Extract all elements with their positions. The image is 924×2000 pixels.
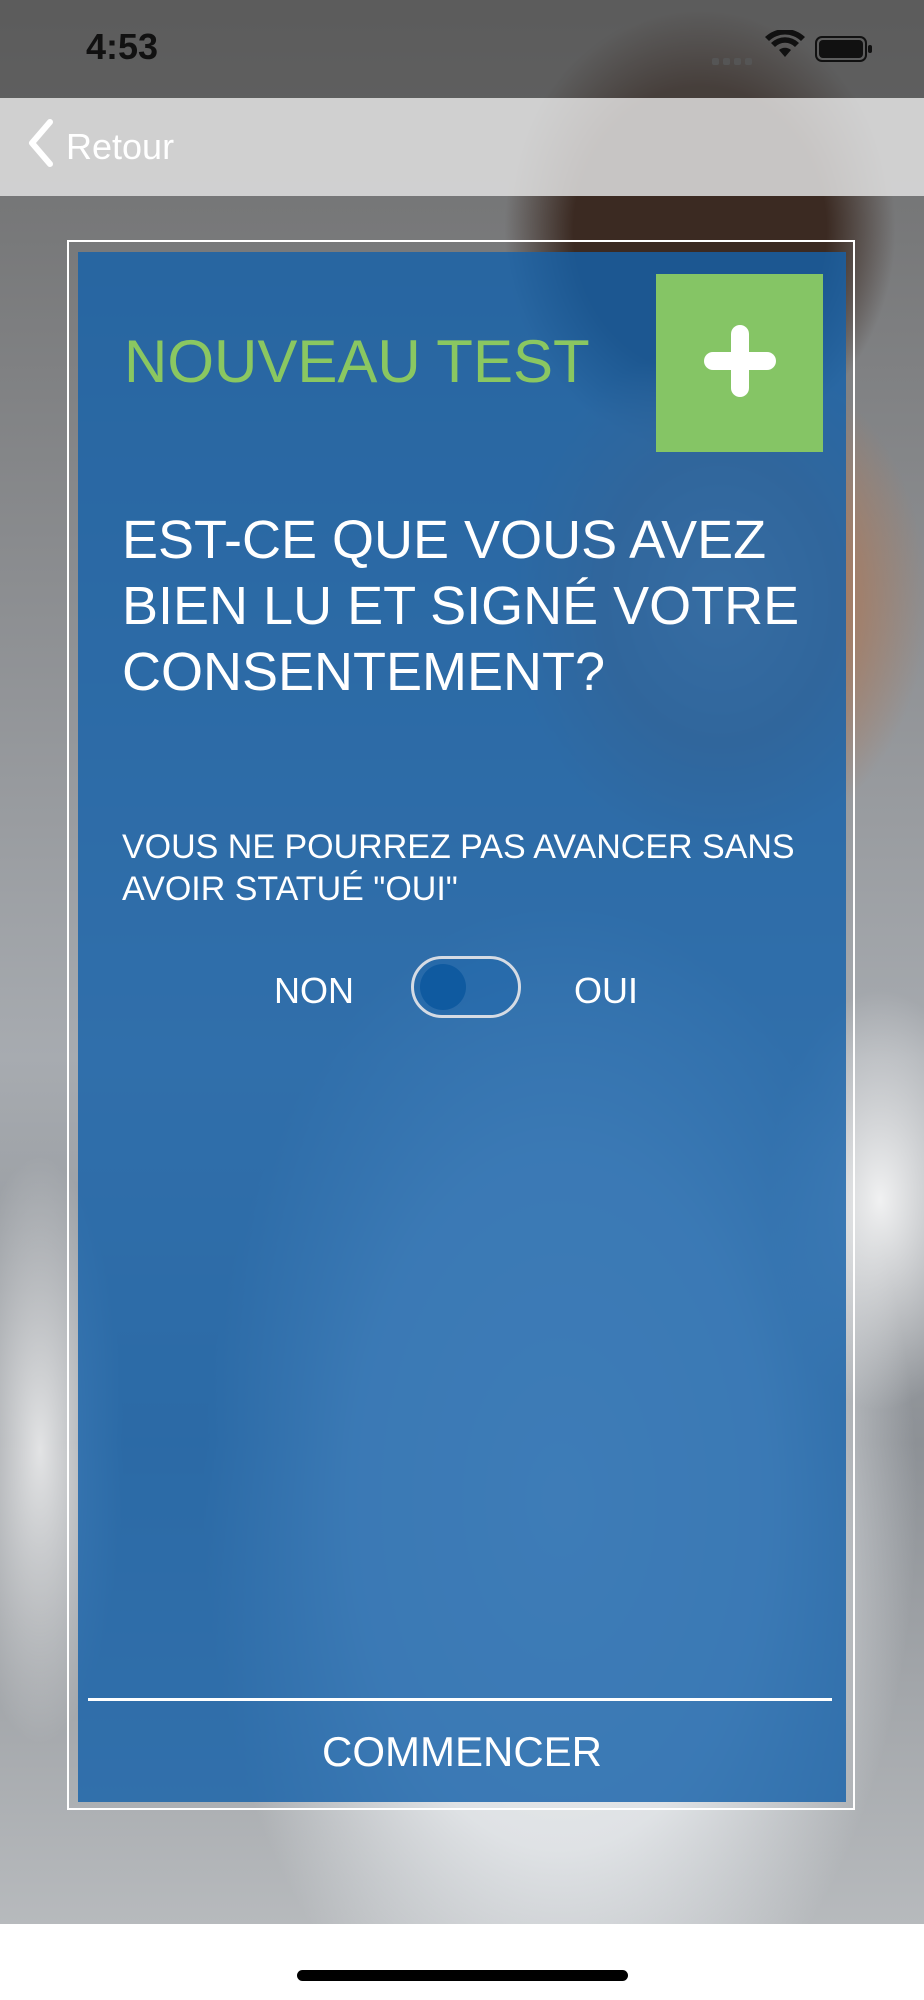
bottom-safe-area <box>0 1924 924 2000</box>
home-indicator[interactable] <box>297 1970 628 1981</box>
consent-note: VOUS NE POURREZ PAS AVANCER SANS AVOIR S… <box>122 828 795 908</box>
new-test-card: NOUVEAU TEST EST-CE QUE VOUS AVEZ BIEN L… <box>78 252 846 1802</box>
back-label: Retour <box>66 126 175 167</box>
toggle-off-label: NON <box>274 970 354 1011</box>
plus-icon <box>700 321 780 406</box>
chevron-left-icon <box>26 118 56 177</box>
start-button[interactable]: COMMENCER <box>78 1701 846 1802</box>
toggle-knob <box>420 964 466 1010</box>
card-title: NOUVEAU TEST <box>124 328 590 395</box>
status-bar: 4:53 <box>0 0 924 98</box>
consent-toggle-row: NON OUI <box>78 952 846 1022</box>
back-button[interactable]: Retour <box>26 118 175 177</box>
consent-question: EST-CE QUE VOUS AVEZ BIEN LU ET SIGNÉ VO… <box>122 510 800 702</box>
navigation-bar: Retour <box>0 98 924 196</box>
wifi-icon <box>765 29 805 65</box>
toggle-on-label: OUI <box>574 970 639 1011</box>
add-test-button[interactable] <box>656 274 823 452</box>
cellular-signal-icon <box>712 52 756 70</box>
consent-toggle[interactable] <box>411 956 521 1018</box>
battery-icon <box>815 34 875 69</box>
status-time: 4:53 <box>86 26 159 67</box>
